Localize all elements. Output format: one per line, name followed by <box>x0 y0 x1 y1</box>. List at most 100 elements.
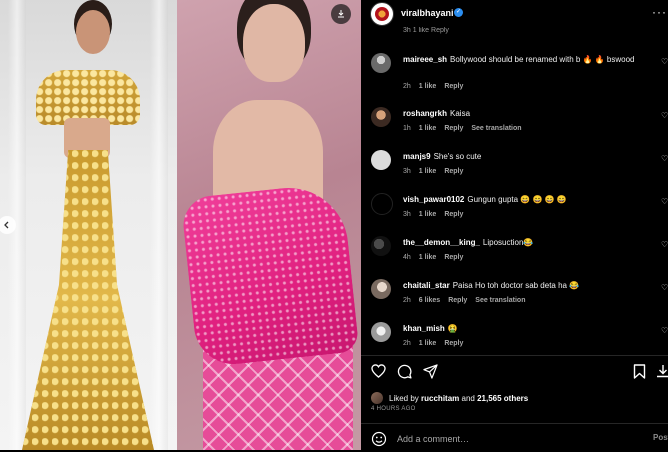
reply-button[interactable]: Reply <box>444 125 463 132</box>
avatar[interactable] <box>371 322 391 342</box>
curtain-fold <box>150 0 168 450</box>
download-icon <box>657 365 668 378</box>
gold-top <box>36 70 140 125</box>
comment-likes[interactable]: 1 like <box>419 340 437 347</box>
comment-username[interactable]: the__demon__king_ <box>403 238 480 247</box>
comment-time: 3h <box>403 168 411 175</box>
like-button[interactable] <box>369 362 387 380</box>
comment-body: 🤮 <box>447 324 458 333</box>
reply-button[interactable]: Reply <box>448 297 467 304</box>
download-button[interactable] <box>331 4 351 24</box>
likes-user[interactable]: rucchitam <box>421 394 459 403</box>
avatar[interactable] <box>371 236 391 256</box>
comment-text: chaitali_star Paisa Ho toh doctor sab det… <box>403 280 635 291</box>
photo-pink-outfit <box>177 0 361 450</box>
download-button[interactable] <box>654 362 668 380</box>
comment-likes[interactable]: 1 like <box>419 211 437 218</box>
likes-summary[interactable]: Liked by rucchitam and 21,565 others <box>371 391 668 405</box>
comment-text: maireee_sh Bollywood should be renamed wi… <box>403 54 635 65</box>
comment-time: 3h <box>403 211 411 218</box>
divider <box>361 355 668 356</box>
heart-icon[interactable]: ♡ <box>661 58 668 66</box>
heart-icon[interactable]: ♡ <box>661 198 668 206</box>
comment-input[interactable] <box>397 432 637 446</box>
smiley-icon <box>371 431 387 447</box>
comment-time: 4h <box>403 254 411 261</box>
chevron-left-icon <box>4 221 9 229</box>
comment-body: Paisa Ho toh doctor sab deta ha 😂 <box>452 281 580 290</box>
comment-body: She's so cute <box>433 152 482 161</box>
divider <box>361 423 668 424</box>
comment-likes[interactable]: 1 like <box>419 254 437 261</box>
more-icon[interactable]: ··· <box>652 5 667 19</box>
comment-meta: 2h 1 like Reply <box>403 83 463 90</box>
reply-button[interactable]: Reply <box>444 254 463 261</box>
cutoff-comment-meta: 3h 1 like Reply <box>403 27 449 34</box>
post-username[interactable]: viralbhayani <box>401 8 454 18</box>
comment-likes[interactable]: 1 like <box>419 83 437 90</box>
verified-icon: ✓ <box>454 8 463 17</box>
comments-panel: viralbhayani ✓ ··· 3h 1 like Reply maire… <box>361 0 668 450</box>
photo-gold-outfit <box>0 0 177 450</box>
comment-body: Liposuction😂 <box>482 238 534 247</box>
avatar <box>371 392 383 404</box>
heart-icon <box>370 364 386 378</box>
comment-icon <box>397 364 412 379</box>
comment-username[interactable]: manjs9 <box>403 152 431 161</box>
heart-icon[interactable]: ♡ <box>661 241 668 249</box>
emoji-button[interactable] <box>371 431 387 447</box>
likes-prefix: Liked by <box>389 393 419 403</box>
avatar[interactable] <box>371 150 391 170</box>
model-head <box>243 4 305 82</box>
post-comment-button[interactable]: Post <box>653 433 668 442</box>
post-time: 4 HOURS AGO <box>371 406 416 412</box>
comment-time: 2h <box>403 340 411 347</box>
comment-username[interactable]: khan_mish <box>403 324 445 333</box>
avatar[interactable] <box>371 107 391 127</box>
heart-icon[interactable]: ♡ <box>661 284 668 292</box>
reply-button[interactable]: Reply <box>444 211 463 218</box>
heart-icon[interactable]: ♡ <box>661 112 668 120</box>
comment-meta: 2h 1 like Reply <box>403 340 463 347</box>
share-button[interactable] <box>421 362 439 380</box>
comment-meta: 3h 1 like Reply <box>403 168 463 175</box>
comment-likes[interactable]: 1 like <box>419 125 437 132</box>
avatar[interactable] <box>371 279 391 299</box>
comment-time: 1h <box>403 125 411 132</box>
comment-button[interactable] <box>395 362 413 380</box>
comment-username[interactable]: maireee_sh <box>403 55 447 64</box>
see-translation-link[interactable]: See translation <box>471 125 521 132</box>
comment-text: roshangrkh Kaisa <box>403 108 635 119</box>
avatar[interactable] <box>371 53 391 73</box>
save-button[interactable] <box>630 362 648 380</box>
comment-username[interactable]: chaitali_star <box>403 281 450 290</box>
avatar[interactable] <box>371 193 393 215</box>
see-translation-link[interactable]: See translation <box>475 297 525 304</box>
heart-icon[interactable]: ♡ <box>661 327 668 335</box>
brand-logo-icon <box>375 7 389 21</box>
likes-count[interactable]: 21,565 others <box>477 394 528 403</box>
avatar[interactable] <box>370 2 394 26</box>
comment-username[interactable]: vish_pawar0102 <box>403 195 464 204</box>
reply-button[interactable]: Reply <box>444 83 463 90</box>
comment-text: khan_mish 🤮 <box>403 323 635 334</box>
gold-skirt <box>22 150 154 450</box>
comment-username[interactable]: roshangrkh <box>403 109 447 118</box>
reply-button[interactable]: Reply <box>444 168 463 175</box>
comment-likes[interactable]: 6 likes <box>419 297 440 304</box>
comment-meta: 2h 6 likes Reply See translation <box>403 297 525 304</box>
comment-body: Gungun gupta 😄 😄 😄 😄 <box>467 195 567 204</box>
download-icon <box>338 10 344 18</box>
post-header: viralbhayani ✓ ··· <box>361 0 668 28</box>
heart-icon[interactable]: ♡ <box>661 155 668 163</box>
comment-meta: 1h 1 like Reply See translation <box>403 125 522 132</box>
comment-time: 2h <box>403 297 411 304</box>
comment-text: manjs9 She's so cute <box>403 151 635 162</box>
comment-likes[interactable]: 1 like <box>419 168 437 175</box>
comment-body: Bollywood should be renamed with b 🔥 🔥 b… <box>450 55 635 64</box>
send-icon <box>422 363 438 379</box>
add-comment-row: Post <box>361 428 668 450</box>
comment-body: Kaisa <box>450 109 471 118</box>
post-media[interactable] <box>0 0 361 450</box>
reply-button[interactable]: Reply <box>444 340 463 347</box>
